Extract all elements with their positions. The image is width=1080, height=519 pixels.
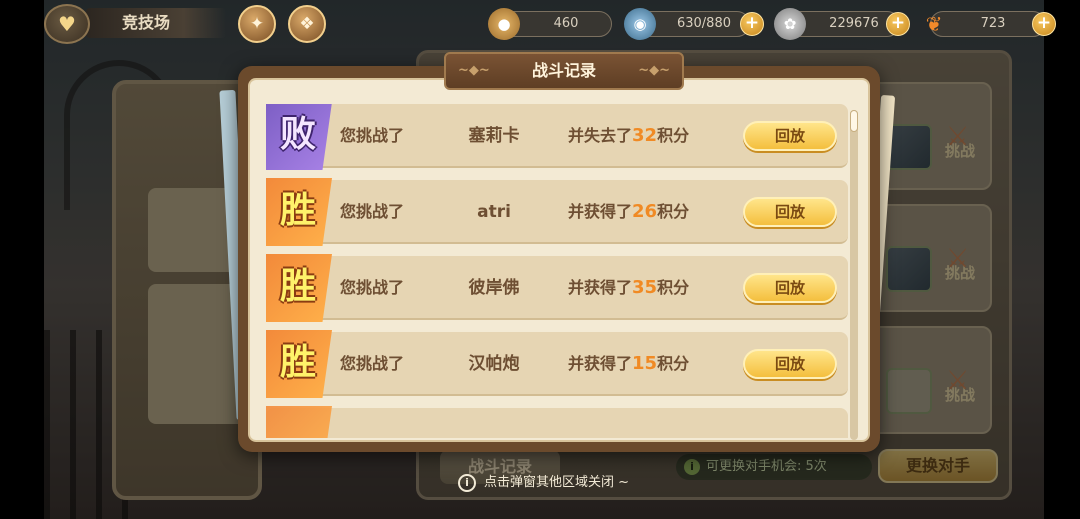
add-gems-button[interactable]: + bbox=[886, 12, 910, 36]
close-hint: i 点击弹窗其他区域关闭 ~ bbox=[458, 473, 629, 493]
points-result: 并失去了32积分 bbox=[568, 125, 690, 146]
record-row: 胜 您挑战了 汉帕炮 并获得了15积分 回放 bbox=[266, 330, 848, 398]
record-row: 胜 您挑战了 彼岸佛 并获得了35积分 回放 bbox=[266, 254, 848, 322]
record-row: 胜 您挑战了 atri 并获得了26积分 回放 bbox=[266, 178, 848, 246]
info-icon: i bbox=[458, 474, 476, 492]
challenge-text: 您挑战了 bbox=[340, 278, 405, 297]
record-row-partial bbox=[266, 406, 848, 438]
coin-icon: ● bbox=[488, 8, 520, 40]
modal-title: 战斗记录 bbox=[531, 61, 596, 80]
replay-button[interactable]: 回放 bbox=[743, 273, 837, 303]
battle-record-list[interactable]: 败 您挑战了 塞莉卡 并失去了32积分 回放 胜 您挑战了 atri 并获得了2… bbox=[266, 104, 848, 438]
scrollbar-thumb[interactable] bbox=[850, 110, 858, 132]
challenge-text: 您挑战了 bbox=[340, 354, 405, 373]
add-carrot-button[interactable]: + bbox=[1032, 12, 1056, 36]
shop-icon[interactable]: ✦ bbox=[238, 5, 276, 43]
battle-record-modal: 败 您挑战了 塞莉卡 并失去了32积分 回放 胜 您挑战了 atri 并获得了2… bbox=[238, 52, 880, 452]
page-title: 竞技场 bbox=[86, 8, 226, 38]
challenge-text: 您挑战了 bbox=[340, 202, 405, 221]
record-row: 败 您挑战了 塞莉卡 并失去了32积分 回放 bbox=[266, 104, 848, 170]
opponent-name: 塞莉卡 bbox=[468, 126, 520, 146]
opponent-name: 彼岸佛 bbox=[468, 278, 520, 298]
stamina-pot-icon: ◉ bbox=[624, 8, 656, 40]
list-scrollbar[interactable] bbox=[850, 110, 858, 440]
heart-back-icon: ♥ bbox=[58, 12, 76, 36]
points-result: 并获得了15积分 bbox=[568, 353, 690, 374]
result-badge: 胜 bbox=[266, 178, 332, 246]
result-badge: 败 bbox=[266, 104, 332, 170]
replay-button[interactable]: 回放 bbox=[743, 197, 837, 227]
result-badge: 胜 bbox=[266, 330, 332, 398]
back-button[interactable]: ♥ bbox=[44, 4, 90, 44]
points-result: 并获得了26积分 bbox=[568, 201, 690, 222]
ornament-icon: ~◆~ bbox=[638, 63, 670, 78]
modal-title-plate: ~◆~ 战斗记录 ~◆~ bbox=[444, 52, 684, 90]
modal-body: 败 您挑战了 塞莉卡 并失去了32积分 回放 胜 您挑战了 atri 并获得了2… bbox=[248, 78, 870, 442]
result-badge bbox=[266, 406, 332, 438]
carrot-icon: ❦ bbox=[925, 12, 943, 36]
rules-book-icon[interactable]: ❖ bbox=[288, 5, 326, 43]
challenge-text: 您挑战了 bbox=[340, 126, 405, 145]
gem-icon: ✿ bbox=[774, 8, 806, 40]
opponent-name: 汉帕炮 bbox=[468, 354, 520, 374]
result-badge: 胜 bbox=[266, 254, 332, 322]
top-bar: 竞技场 ♥ ✦ ❖ 460 ● 630/880 ◉ + 229676 ✿ + 7… bbox=[0, 0, 1080, 50]
ornament-icon: ~◆~ bbox=[458, 63, 490, 78]
points-result: 并获得了35积分 bbox=[568, 277, 690, 298]
replay-button[interactable]: 回放 bbox=[743, 349, 837, 379]
replay-button[interactable]: 回放 bbox=[743, 121, 837, 151]
add-stamina-button[interactable]: + bbox=[740, 12, 764, 36]
opponent-name: atri bbox=[477, 202, 511, 222]
